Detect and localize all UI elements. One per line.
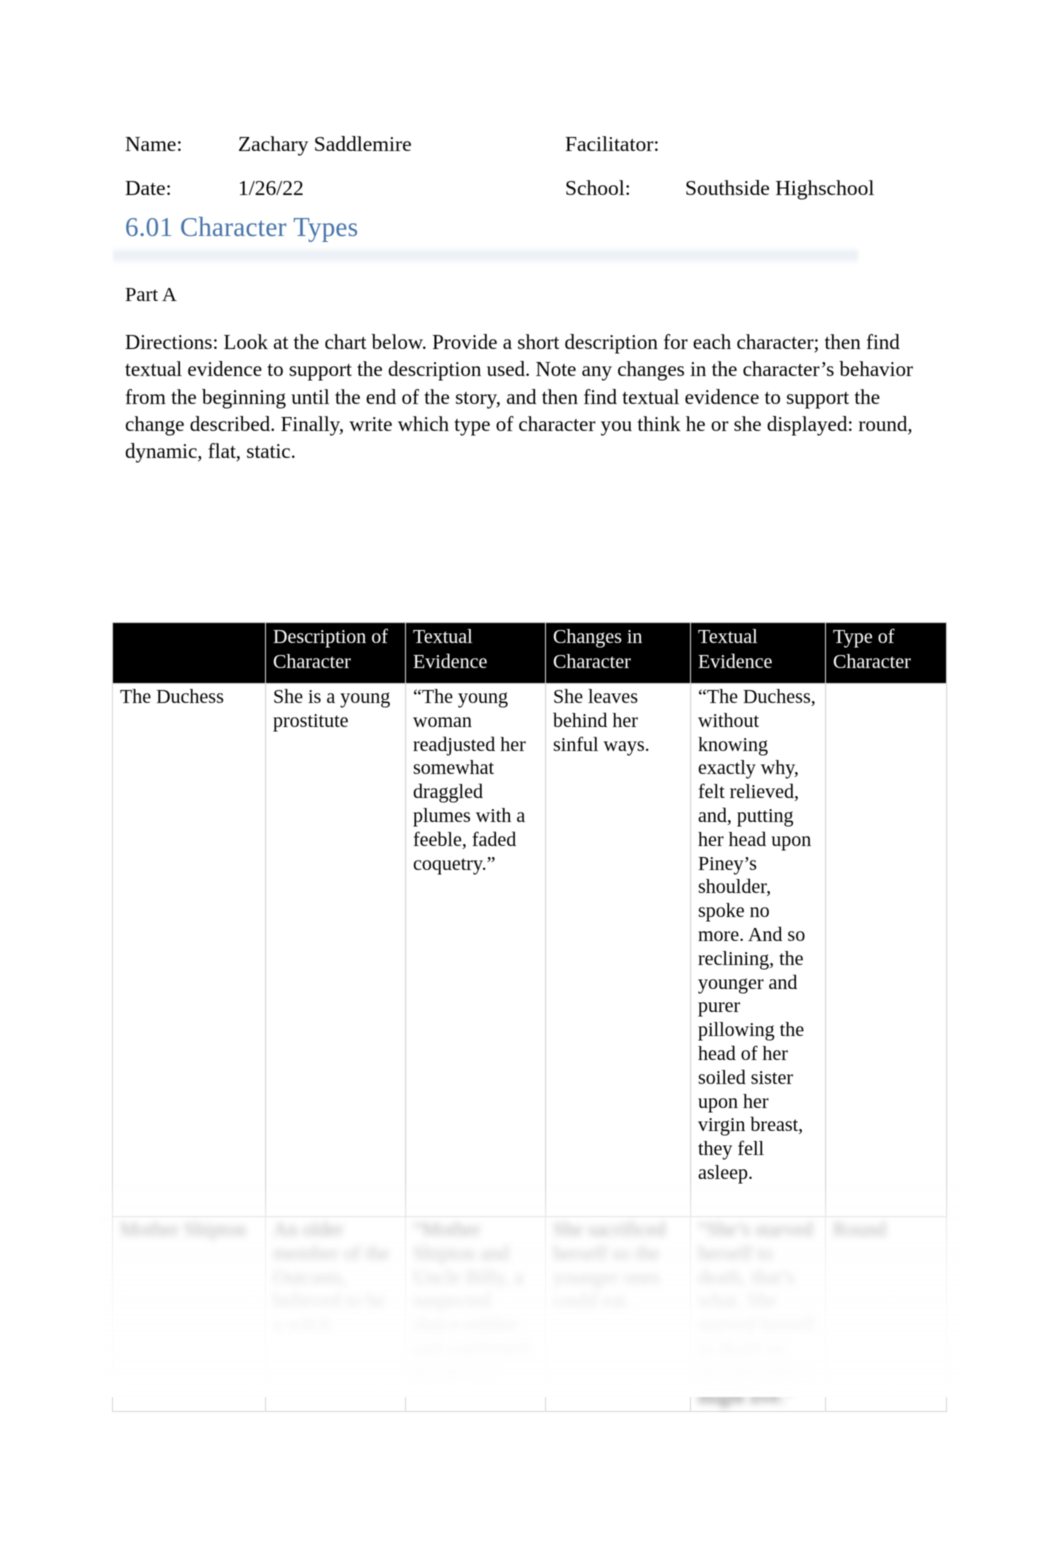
table-row: Mother Shipton An older member of the Ou… xyxy=(112,1215,947,1413)
cell-type[interactable] xyxy=(825,683,947,1217)
document-header-fields: Name: Zachary Saddlemire Facilitator: Da… xyxy=(125,122,925,210)
cell-changes[interactable]: She leaves behind her sinful ways. xyxy=(545,683,691,1217)
column-header-textual-evidence-1: Textual Evidence xyxy=(405,622,546,684)
cell-textual-evidence-2[interactable]: “The Duchess, without knowing exactly wh… xyxy=(690,683,826,1217)
table-header: Description of Character Textual Evidenc… xyxy=(112,622,947,684)
cell-character[interactable]: Mother Shipton xyxy=(112,1215,266,1413)
cell-description[interactable]: An older member of the Outcasts, believe… xyxy=(265,1215,406,1413)
directions-paragraph: Directions: Look at the chart below. Pro… xyxy=(125,330,914,464)
character-chart: Description of Character Textual Evidenc… xyxy=(98,622,960,1413)
table-row: The Duchess She is a young prostitute “T… xyxy=(112,683,947,1217)
cell-character[interactable]: The Duchess xyxy=(112,683,266,1217)
column-header-changes: Changes in Character xyxy=(545,622,691,684)
cell-textual-evidence-1[interactable]: “The young woman readjusted her somewhat… xyxy=(405,683,546,1217)
column-header-textual-evidence-2: Textual Evidence xyxy=(690,622,826,684)
header-row-date: Date: 1/26/22 School: Southside Highscho… xyxy=(125,166,925,210)
document-page: Name: Zachary Saddlemire Facilitator: Da… xyxy=(0,0,1062,1561)
cell-type[interactable]: Round xyxy=(825,1215,947,1413)
cell-description[interactable]: She is a young prostitute xyxy=(265,683,406,1217)
part-label: Part A xyxy=(125,284,177,306)
date-value: 1/26/22 xyxy=(238,176,304,200)
cell-textual-evidence-2[interactable]: “She’s starved herself to death, that’s … xyxy=(690,1215,826,1413)
table-header-row: Description of Character Textual Evidenc… xyxy=(112,622,947,684)
title-underline-bar xyxy=(113,247,858,264)
page-title: 6.01 Character Types xyxy=(125,212,359,242)
table-body: The Duchess She is a young prostitute “T… xyxy=(112,683,947,1413)
cell-textual-evidence-1[interactable]: “Mother Shipton and Uncle Billy, a suspe… xyxy=(405,1215,546,1413)
name-label: Name: xyxy=(125,132,183,156)
cell-changes[interactable]: She sacrificed herself so the younger on… xyxy=(545,1215,691,1413)
facilitator-label: Facilitator: xyxy=(565,132,660,156)
header-row-name: Name: Zachary Saddlemire Facilitator: xyxy=(125,122,925,166)
column-header-description: Description of Character xyxy=(265,622,406,684)
column-header-character xyxy=(112,622,266,684)
character-table: Description of Character Textual Evidenc… xyxy=(112,622,947,1413)
date-label: Date: xyxy=(125,176,172,200)
column-header-type: Type of Character xyxy=(825,622,947,684)
school-label: School: xyxy=(565,176,631,200)
name-value: Zachary Saddlemire xyxy=(238,132,412,156)
